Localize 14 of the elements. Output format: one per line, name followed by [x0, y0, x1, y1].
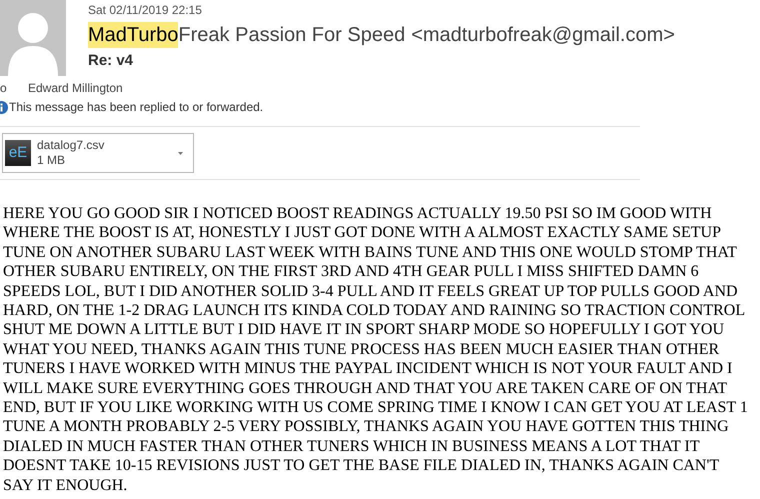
- caret-icon[interactable]: [178, 152, 183, 154]
- sender-name: Freak Passion For Speed: [178, 23, 406, 48]
- to-label: o: [0, 80, 8, 96]
- email-subject: Re: v4: [88, 51, 134, 71]
- attachment-size: 1 MB: [37, 153, 66, 168]
- email-date: Sat 02/11/2019 22:15: [88, 3, 203, 17]
- sender-name-highlight: MadTurbo: [88, 22, 178, 48]
- avatar-icon: [0, 0, 66, 76]
- file-icon: eE: [5, 140, 31, 166]
- attachment-name: datalog7.csv: [37, 138, 104, 153]
- recipient-name: Edward Millington: [28, 80, 123, 96]
- sender-email: <madturbofreak@gmail.com>: [411, 23, 675, 48]
- info-message: This message has been replied to or forwarded.: [9, 99, 264, 116]
- email-body: HERE YOU GO GOOD SIR I NOTICED BOOST READINGS ACTUALLY 19.50 PSI SO IM GOOD WITH WHERE THE BOOST IS AT, HONESTLY I JUST GOT DONE WITH A ALMOST EXACTLY SAME SETUP TUNE ON ANOTHER SUBARU LAST WEEK WITH BAINS TUNE AND THIS ONE WOULD STOMP THAT OTHER SUBARU ENTIRELY, ON THE FIRST 3RD AND 4TH GEAR PULL I MISS SHIFTED DAMN 6 SPEEDS LOL, BUT I DID ANOTHER SOLID 3-4 PULL AND IT FEELS GREAT UP TOP PULLS GOOD AND HARD, ON THE 1-2 DRAG LAUNCH ITS KINDA COLD TODAY AND RAINING SO TRACTION CONTROL SHUT ME DOWN A LITTLE BUT I DID HAVE IT IN SPORT SHARP MODE SO HOPEFULLY I GOT YOU WHAT YOU NEED, THANKS AGAIN THIS TUNE PROCESS HAS BEEN MUCH EASIER THAN OTHER TUNERS I HAVE WORKED WITH MINUS THE PAYPAL INCIDENT WHICH IS NOT YOUR FAULT AND I WILL MAKE SURE EVERYTHING GOES THROUGH AND THAT YOU ARE TAKEN CARE OF ON THAT END, BUT IF YOU LIKE WORKING WITH US COME SPRING TIME I KNOW I CAN GET YOU AT LEAST 1 TUNE A MONTH PROBABLY 2-5 VERY POSSIBLY, THANKS AGAIN YOU HAVE GOTTEN THIS THING DIALED IN MUCH FASTER THAN OTHER TUNERS WHICH IN BUSINESS MEANS A LOT THAT IT DOESNT TAKE 10-15 REVISIONS JUST TO GET THE BASE FILE DIALED IN, THANKS AGAIN CAN'T SAY IT ENOUGH.: [3, 204, 749, 496]
